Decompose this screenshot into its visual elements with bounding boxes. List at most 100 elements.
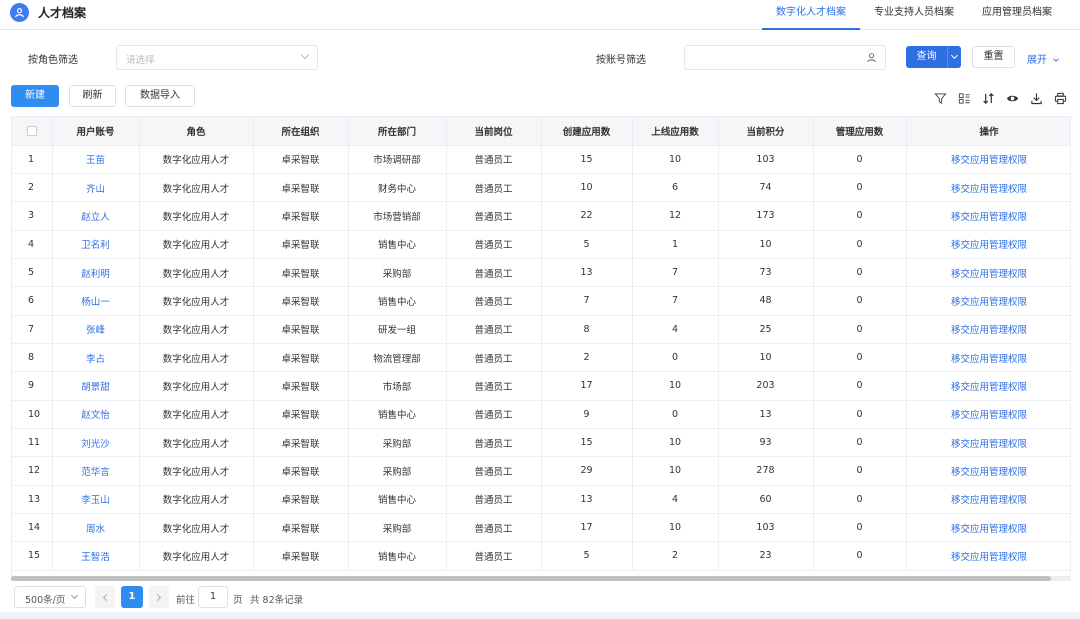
column-header[interactable]: 当前积分 [718, 117, 814, 146]
column-header[interactable]: 所在部门 [348, 117, 447, 146]
user-account-link[interactable]: 李玉山 [81, 495, 110, 506]
user-account-link[interactable]: 王智浩 [81, 552, 110, 563]
refresh-button[interactable]: 刷新 [69, 85, 116, 107]
table-row[interactable]: 8 李占 数字化应用人才 卓采智联 物流管理部 普通员工 2 0 10 0 移交应用管理权限 [12, 343, 1070, 373]
transfer-permission-link[interactable]: 移交应用管理权限 [951, 439, 1027, 450]
dept-cell: 物流管理部 [348, 343, 447, 373]
goto-page-input[interactable]: 1 [198, 586, 228, 608]
select-all-checkbox[interactable] [26, 125, 37, 136]
online-count-cell: 4 [632, 485, 719, 514]
transfer-permission-link[interactable]: 移交应用管理权限 [951, 552, 1027, 563]
tab-professional-support[interactable]: 专业支持人员档案 [860, 0, 968, 30]
user-account-link[interactable]: 周水 [86, 524, 105, 535]
new-button[interactable]: 新建 [11, 85, 59, 107]
current-page-button[interactable]: 1 [121, 586, 143, 608]
transfer-permission-link[interactable]: 移交应用管理权限 [951, 467, 1027, 478]
online-count-cell: 6 [632, 173, 719, 203]
column-header[interactable]: 上线应用数 [632, 117, 719, 146]
role-filter-select[interactable]: 请选择 [116, 45, 318, 70]
transfer-permission-link[interactable]: 移交应用管理权限 [951, 524, 1027, 535]
score-cell: 74 [718, 173, 814, 203]
user-account-link[interactable]: 王苗 [86, 155, 105, 166]
column-header[interactable]: 创建应用数 [541, 117, 633, 146]
column-header[interactable]: 管理应用数 [813, 117, 907, 146]
reset-button[interactable]: 重置 [972, 46, 1015, 68]
transfer-permission-link[interactable]: 移交应用管理权限 [951, 495, 1027, 506]
user-account-link[interactable]: 齐山 [86, 184, 105, 195]
filter-icon[interactable] [933, 91, 947, 105]
eye-icon[interactable] [1005, 91, 1019, 105]
query-dropdown-toggle[interactable] [948, 46, 961, 68]
column-header[interactable]: 所在组织 [253, 117, 349, 146]
user-account-link[interactable]: 赵利明 [81, 269, 110, 280]
table-row[interactable]: 14 周水 数字化应用人才 卓采智联 采购部 普通员工 17 10 103 0 移交应用管理权限 [12, 513, 1070, 543]
table-row[interactable]: 4 卫名利 数字化应用人才 卓采智联 销售中心 普通员工 5 1 10 0 移交应用管理权限 [12, 230, 1070, 259]
online-count-cell: 1 [632, 230, 719, 259]
columns-icon[interactable] [957, 91, 971, 105]
table-row[interactable]: 6 杨山一 数字化应用人才 卓采智联 销售中心 普通员工 7 7 48 0 移交应用管理权限 [12, 286, 1070, 316]
transfer-permission-link[interactable]: 移交应用管理权限 [951, 269, 1027, 280]
account-filter-input[interactable] [684, 45, 886, 70]
transfer-permission-link[interactable]: 移交应用管理权限 [951, 212, 1027, 223]
dept-cell: 采购部 [348, 513, 447, 543]
user-account-link[interactable]: 杨山一 [81, 297, 110, 308]
user-account-link-cell: 王苗 [52, 145, 140, 174]
table-row[interactable]: 9 胡景甜 数字化应用人才 卓采智联 市场部 普通员工 17 10 203 0 移交应用管理权限 [12, 371, 1070, 401]
transfer-permission-link[interactable]: 移交应用管理权限 [951, 297, 1027, 308]
import-button[interactable]: 数据导入 [125, 85, 195, 107]
role-cell: 数字化应用人才 [139, 485, 254, 514]
score-cell: 93 [718, 428, 814, 458]
transfer-permission-link[interactable]: 移交应用管理权限 [951, 240, 1027, 251]
post-cell: 普通员工 [446, 343, 542, 373]
table-row[interactable]: 7 张峰 数字化应用人才 卓采智联 研发一组 普通员工 8 4 25 0 移交应用管理权限 [12, 315, 1070, 344]
transfer-permission-link[interactable]: 移交应用管理权限 [951, 155, 1027, 166]
download-icon[interactable] [1029, 91, 1043, 105]
role-cell: 数字化应用人才 [139, 513, 254, 543]
user-account-link[interactable]: 李占 [86, 354, 105, 365]
next-page-button[interactable] [149, 586, 169, 608]
user-account-link[interactable]: 胡景甜 [81, 382, 110, 393]
column-header[interactable]: 角色 [139, 117, 254, 146]
transfer-permission-link[interactable]: 移交应用管理权限 [951, 325, 1027, 336]
role-cell: 数字化应用人才 [139, 286, 254, 316]
query-button[interactable]: 查询 [906, 46, 961, 68]
print-icon[interactable] [1053, 91, 1067, 105]
tab-digital-talent[interactable]: 数字化人才档案 [762, 0, 860, 30]
expand-link[interactable]: 展开 [1027, 51, 1060, 66]
transfer-permission-link-cell: 移交应用管理权限 [906, 456, 1070, 486]
prev-page-button[interactable] [95, 586, 115, 608]
role-cell: 数字化应用人才 [139, 400, 254, 429]
transfer-permission-link[interactable]: 移交应用管理权限 [951, 382, 1027, 393]
page-size-select[interactable]: 500条/页 [14, 586, 86, 608]
transfer-permission-link[interactable]: 移交应用管理权限 [951, 410, 1027, 421]
column-header[interactable]: 用户账号 [52, 117, 140, 146]
online-count-cell: 7 [632, 258, 719, 288]
user-account-link[interactable]: 赵文怡 [81, 410, 110, 421]
user-account-link[interactable]: 张峰 [86, 325, 105, 336]
column-header: 操作 [906, 117, 1070, 146]
table-row[interactable]: 1 王苗 数字化应用人才 卓采智联 市场调研部 普通员工 15 10 103 0 移交应用管理权限 [12, 145, 1070, 174]
sort-icon[interactable] [981, 91, 995, 105]
online-count-cell: 2 [632, 541, 719, 571]
row-index: 6 [12, 286, 53, 316]
table-row[interactable]: 5 赵利明 数字化应用人才 卓采智联 采购部 普通员工 13 7 73 0 移交应用管理权限 [12, 258, 1070, 288]
table-row[interactable]: 12 范华言 数字化应用人才 卓采智联 采购部 普通员工 29 10 278 0 移交应用管理权限 [12, 456, 1070, 486]
table-row[interactable]: 11 刘光沙 数字化应用人才 卓采智联 采购部 普通员工 15 10 93 0 移交应用管理权限 [12, 428, 1070, 458]
user-account-link[interactable]: 赵立人 [81, 212, 110, 223]
table-row[interactable]: 10 赵文怡 数字化应用人才 卓采智联 销售中心 普通员工 9 0 13 0 移交应用管理权限 [12, 400, 1070, 429]
horizontal-scrollbar[interactable] [11, 576, 1071, 581]
transfer-permission-link[interactable]: 移交应用管理权限 [951, 354, 1027, 365]
user-account-link[interactable]: 卫名利 [81, 240, 110, 251]
column-header[interactable]: 当前岗位 [446, 117, 542, 146]
user-account-link[interactable]: 刘光沙 [81, 439, 110, 450]
table-row[interactable]: 15 王智浩 数字化应用人才 卓采智联 销售中心 普通员工 5 2 23 0 移交应用管理权限 [12, 541, 1070, 571]
scrollbar-thumb[interactable] [11, 576, 1051, 581]
table-row[interactable]: 2 齐山 数字化应用人才 卓采智联 财务中心 普通员工 10 6 74 0 移交应用管理权限 [12, 173, 1070, 203]
transfer-permission-link[interactable]: 移交应用管理权限 [951, 184, 1027, 195]
table-row[interactable]: 13 李玉山 数字化应用人才 卓采智联 销售中心 普通员工 13 4 60 0 移交应用管理权限 [12, 485, 1070, 514]
created-count-cell: 15 [541, 145, 633, 174]
user-account-link[interactable]: 范华言 [81, 467, 110, 478]
tab-app-admin[interactable]: 应用管理员档案 [968, 0, 1066, 30]
table-row[interactable]: 3 赵立人 数字化应用人才 卓采智联 市场营销部 普通员工 22 12 173 0 移交应用管理权限 [12, 201, 1070, 231]
post-cell: 普通员工 [446, 541, 542, 571]
